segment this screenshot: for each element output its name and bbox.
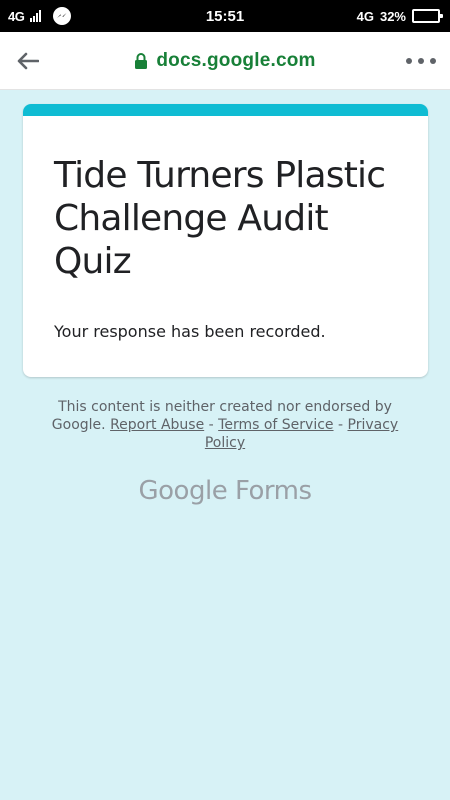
logo-forms: Forms	[234, 476, 312, 506]
form-title: Tide Turners Plastic Challenge Audit Qui…	[54, 155, 386, 282]
lock-icon	[135, 53, 148, 69]
network-type-label: 4G	[8, 8, 25, 24]
confirmation-message: Your response has been recorded.	[54, 322, 326, 341]
separator: -	[337, 417, 344, 433]
messenger-icon	[53, 7, 72, 25]
network-type-right: 4G	[356, 8, 374, 24]
url-text[interactable]: docs.google.com	[156, 50, 315, 72]
url-display: docs.google.com	[0, 32, 450, 90]
browser-url-bar: docs.google.com	[0, 32, 450, 90]
card-accent-bar	[23, 104, 428, 116]
disclaimer: This content is neither created nor endo…	[40, 398, 410, 452]
logo-google: Google	[138, 476, 228, 506]
more-dots-icon[interactable]	[406, 52, 436, 70]
form-response-card: Tide Turners Plastic Challenge Audit Qui…	[23, 104, 428, 377]
status-left: 4G	[8, 0, 72, 32]
status-bar: 4G 15:51 4G 32%	[0, 0, 450, 32]
signal-strength-icon	[30, 10, 42, 22]
terms-of-service-link[interactable]: Terms of Service	[218, 417, 333, 433]
report-abuse-link[interactable]: Report Abuse	[110, 417, 204, 433]
battery-percent: 32%	[379, 8, 406, 24]
status-right: 4G 32%	[356, 0, 443, 32]
back-arrow-icon[interactable]	[14, 49, 42, 73]
google-forms-logo[interactable]: Google Forms	[0, 476, 450, 506]
separator: -	[208, 417, 214, 433]
battery-icon	[412, 9, 443, 23]
